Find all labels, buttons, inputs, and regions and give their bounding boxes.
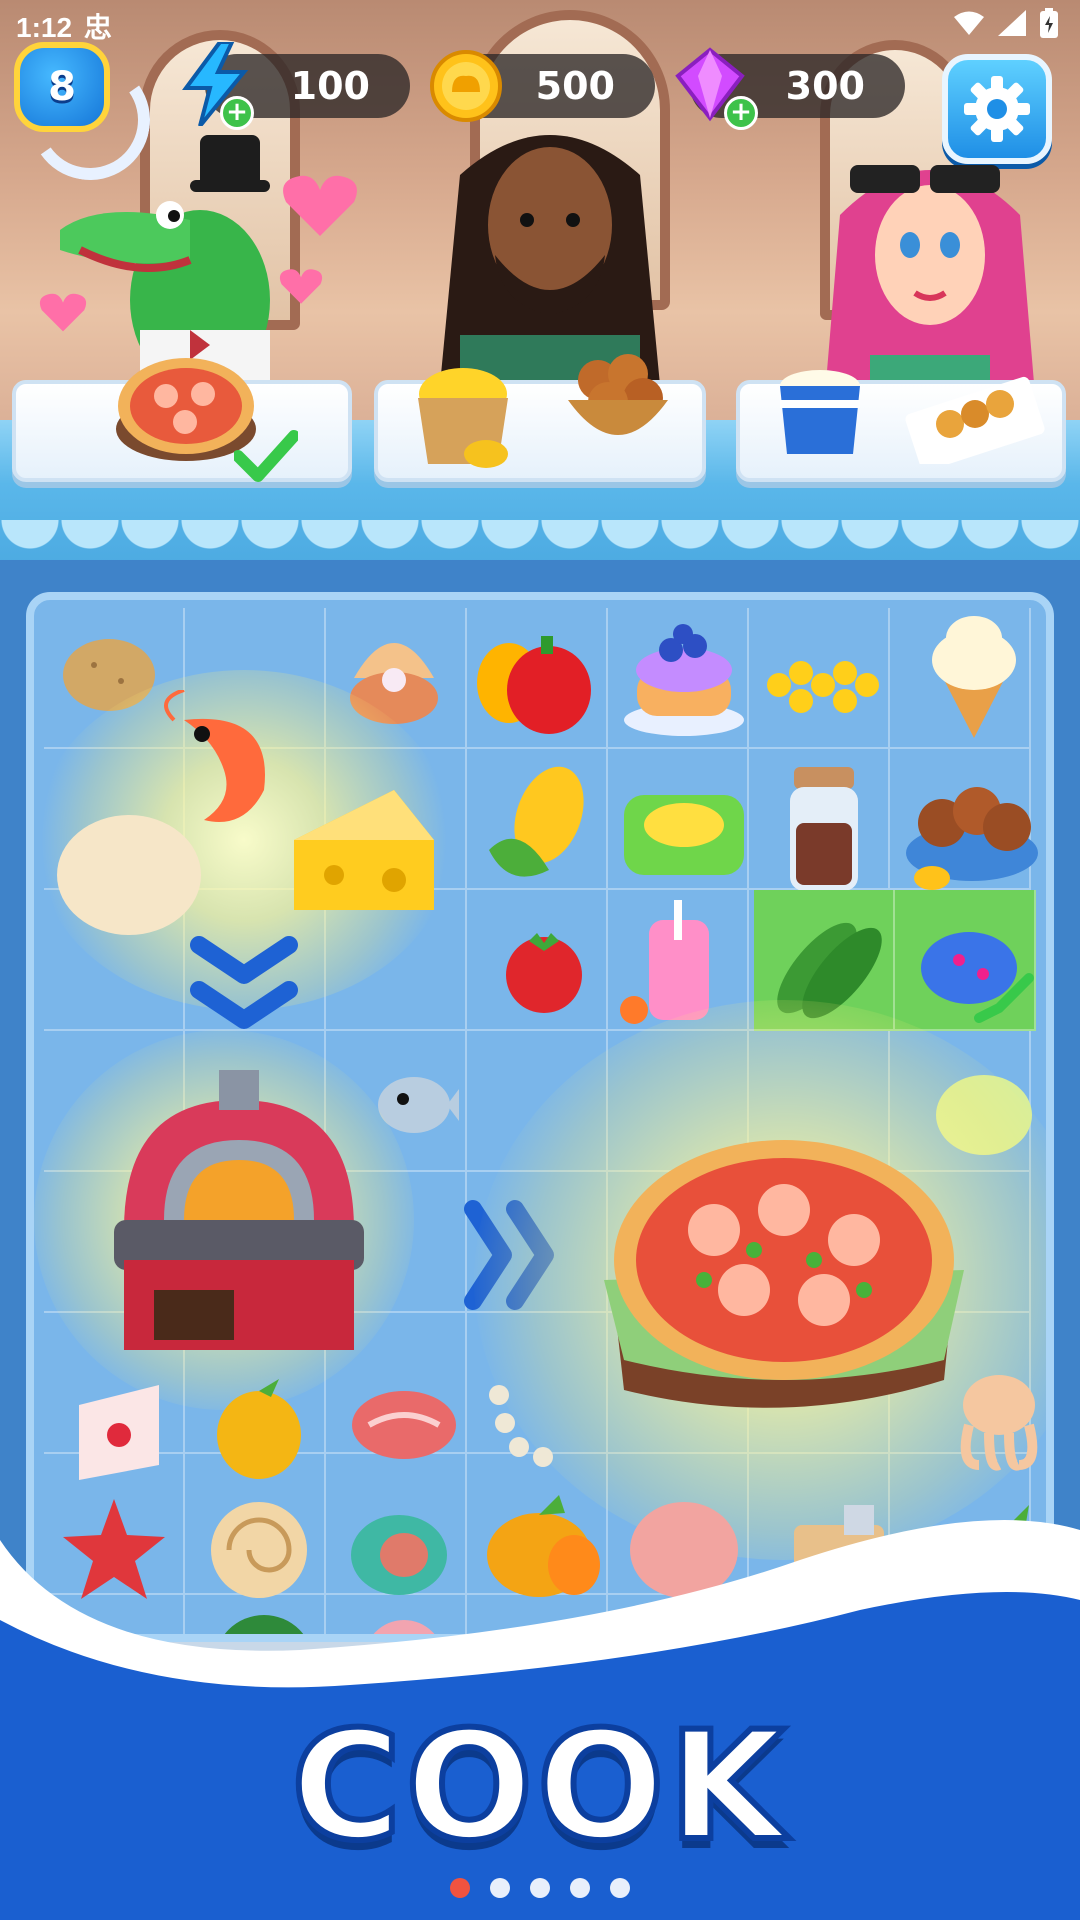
ice-cream-cone-icon xyxy=(932,616,1016,738)
battery-icon xyxy=(1040,8,1058,38)
signal-icon xyxy=(998,10,1026,36)
cheese-icon xyxy=(294,790,434,910)
heart-icon xyxy=(279,269,323,304)
merge-board[interactable] xyxy=(26,592,1054,1642)
yogurt-cup-icon xyxy=(780,370,860,454)
board-item[interactable] xyxy=(284,780,444,920)
bread-bowl-icon xyxy=(568,354,668,435)
order-card-crocodile[interactable] xyxy=(12,358,352,482)
dough-ball-icon xyxy=(57,815,201,935)
level-number: 8 xyxy=(48,64,76,110)
board-item[interactable] xyxy=(759,640,889,730)
heart-icon xyxy=(39,293,87,332)
wifi-icon xyxy=(954,11,984,35)
blueberry-cake-icon xyxy=(624,624,744,736)
raw-steak-icon xyxy=(352,1391,456,1459)
corn-dish-icon xyxy=(624,795,744,875)
add-energy-button[interactable]: + xyxy=(220,96,254,130)
grilled-skewers-icon xyxy=(905,376,1045,464)
page-dot[interactable] xyxy=(570,1878,590,1898)
status-icons xyxy=(954,8,1058,38)
game-screen: 1:12 忠 8 100 + 500 300 + COOK xyxy=(0,0,1080,1920)
pearl-necklace-icon xyxy=(489,1385,553,1467)
corn-cob-icon xyxy=(489,766,584,877)
chef-coin-icon xyxy=(430,50,502,122)
promo-title: COOK xyxy=(288,1697,789,1877)
corn-basket-icon xyxy=(418,368,508,468)
page-dot[interactable] xyxy=(450,1878,470,1898)
board-item[interactable] xyxy=(494,920,594,1020)
heart-icon xyxy=(283,175,357,236)
board-item[interactable] xyxy=(54,810,204,940)
shrimp-pizza-result-icon xyxy=(604,1140,964,1408)
roasted-chestnuts-icon xyxy=(905,786,1038,890)
board-item[interactable] xyxy=(594,1130,974,1430)
coin-value: 500 xyxy=(535,64,615,108)
page-dot[interactable] xyxy=(530,1878,550,1898)
corn-kernels-icon xyxy=(767,661,879,713)
board-item[interactable] xyxy=(469,625,599,740)
board-item[interactable] xyxy=(774,760,874,895)
board-item[interactable] xyxy=(344,1380,464,1470)
spice-jar-icon xyxy=(790,766,858,891)
double-chevron-down-icon xyxy=(190,936,298,1029)
board-item[interactable] xyxy=(204,1370,314,1490)
cake-slice-icon xyxy=(79,1385,159,1480)
page-dot[interactable] xyxy=(610,1878,630,1898)
order-card-bearded-man[interactable] xyxy=(374,354,706,482)
page-indicator xyxy=(0,1878,1080,1898)
page-dot[interactable] xyxy=(490,1878,510,1898)
board-item[interactable] xyxy=(104,1060,374,1360)
tomato-icon xyxy=(506,933,582,1013)
board-item[interactable] xyxy=(614,765,754,885)
board-item[interactable] xyxy=(619,610,749,740)
merge-down-arrows xyxy=(184,930,304,1040)
order-card-pink-haired-woman[interactable] xyxy=(736,370,1066,482)
board-item[interactable] xyxy=(944,1360,1046,1480)
board-item[interactable] xyxy=(64,1370,174,1490)
board-item[interactable] xyxy=(474,1360,584,1480)
status-bar: 1:12 忠 xyxy=(0,0,1080,48)
status-time: 1:12 忠 xyxy=(16,12,112,43)
gem-value: 300 xyxy=(785,64,865,108)
gear-icon xyxy=(964,76,1030,142)
blue-lobster-icon xyxy=(921,931,1034,1023)
add-gems-button[interactable]: + xyxy=(724,96,758,130)
bell-peppers-icon xyxy=(477,635,591,734)
level-badge[interactable]: 8 xyxy=(14,42,110,132)
check-icon xyxy=(234,430,298,482)
energy-value: 100 xyxy=(290,64,370,108)
board-item[interactable] xyxy=(914,610,1034,740)
board-item[interactable] xyxy=(479,760,599,890)
octopus-icon xyxy=(960,1375,1038,1471)
brick-oven-icon xyxy=(114,1070,364,1350)
board-item[interactable] xyxy=(899,895,1039,1030)
board-item[interactable] xyxy=(899,760,1044,895)
golden-berry-icon xyxy=(217,1379,301,1479)
